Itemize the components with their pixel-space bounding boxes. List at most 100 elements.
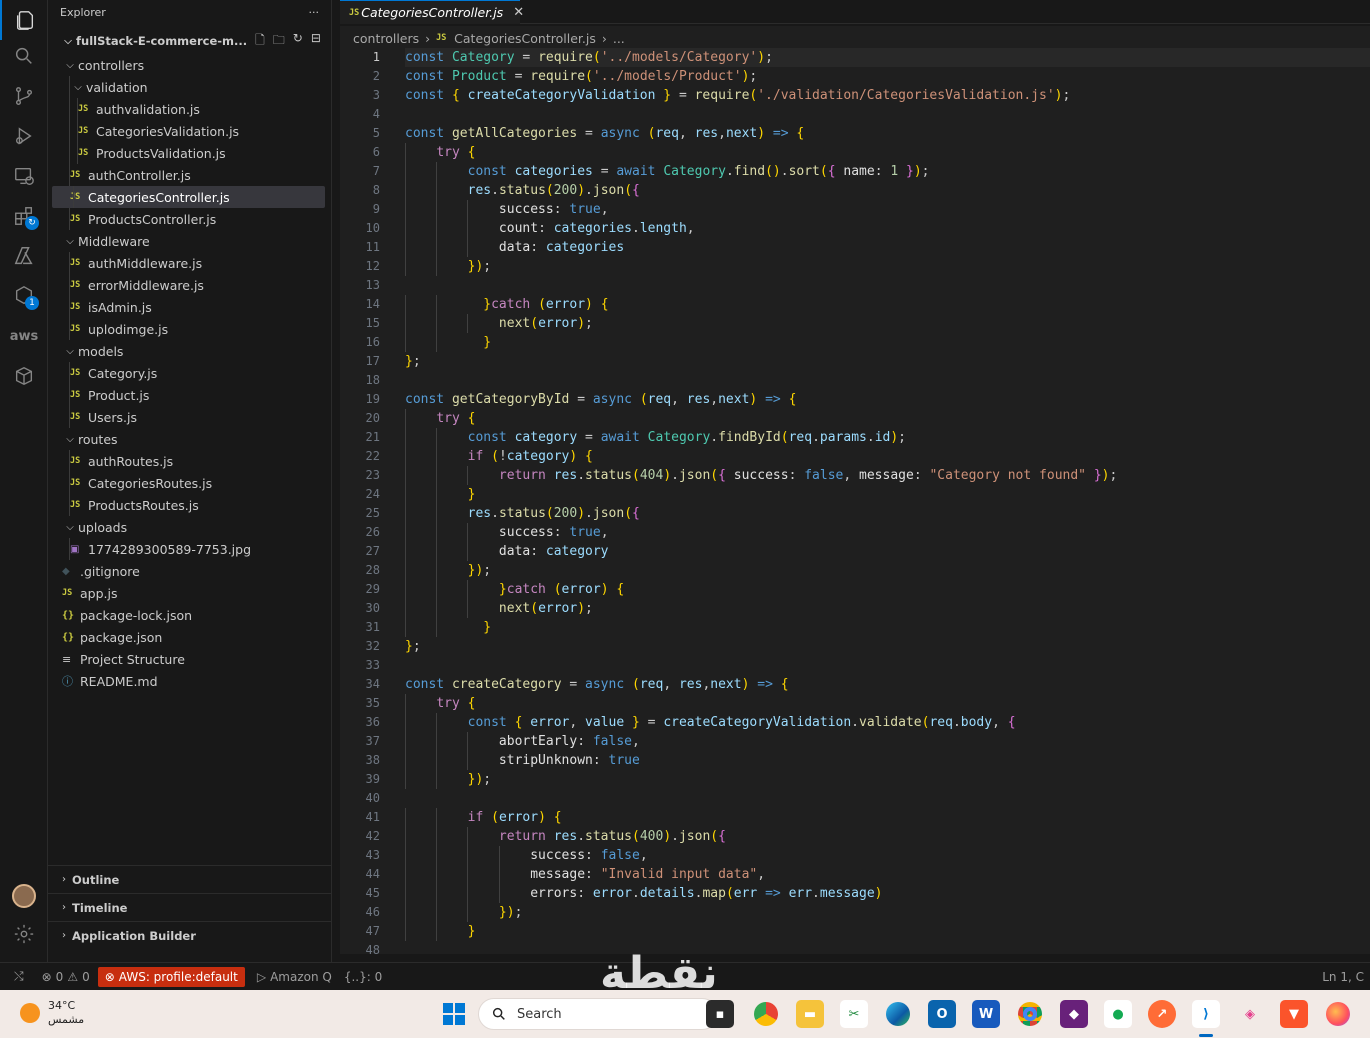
source-control-icon[interactable]	[0, 76, 48, 116]
containers-icon[interactable]: 1	[0, 276, 48, 316]
code-line[interactable]: const { error, value } = createCategoryV…	[405, 713, 1370, 732]
timeline-section[interactable]: › Timeline	[48, 893, 332, 921]
code-editor[interactable]: 1 2 3 4 5 6 7 8 9 10 11 12 13 14 15 16 17 18 19 20 21 22 23 24 2…	[340, 48, 1370, 954]
code-line[interactable]: });	[405, 257, 1370, 276]
code-line[interactable]: res.status(200).json({	[405, 504, 1370, 523]
code-line[interactable]: return res.status(404).json({ success: f…	[405, 466, 1370, 485]
application-builder-section[interactable]: › Application Builder	[48, 921, 332, 949]
account-avatar-icon[interactable]	[0, 876, 48, 916]
collapse-all-icon[interactable]: ⊟	[311, 31, 321, 52]
visual-studio-icon[interactable]: ◆	[1060, 1000, 1088, 1028]
code-line[interactable]: };	[405, 352, 1370, 371]
code-line[interactable]: abortEarly: false,	[405, 732, 1370, 751]
code-line[interactable]: try {	[405, 409, 1370, 428]
tree-folder[interactable]: ⌵ Middleware	[48, 230, 331, 252]
code-line[interactable]: const Product = require('../models/Produ…	[405, 67, 1370, 86]
search-icon[interactable]	[0, 36, 48, 76]
tree-file[interactable]: JS authvalidation.js	[48, 98, 331, 120]
code-line[interactable]	[405, 276, 1370, 295]
tree-file[interactable]: {} package-lock.json	[48, 604, 331, 626]
code-line[interactable]: }	[405, 485, 1370, 504]
outlook-icon[interactable]: O	[928, 1000, 956, 1028]
tree-file[interactable]: JS authController.js	[48, 164, 331, 186]
breadcrumb-file[interactable]: CategoriesController.js	[454, 31, 596, 46]
database-icon[interactable]	[0, 356, 48, 396]
tree-folder[interactable]: ⌵ routes	[48, 428, 331, 450]
cursor-position[interactable]: Ln 1, C	[1322, 970, 1364, 984]
explorer-more-button[interactable]: ···	[309, 6, 320, 19]
code-line[interactable]: }catch (error) {	[405, 580, 1370, 599]
code-line[interactable]: if (error) {	[405, 808, 1370, 827]
tab-categories-controller[interactable]: JS CategoriesController.js ✕	[340, 0, 524, 24]
tree-file[interactable]: JS errorMiddleware.js	[48, 274, 331, 296]
edge-icon[interactable]	[884, 1000, 912, 1028]
gitkraken-icon[interactable]: ◈	[1236, 1000, 1264, 1028]
tree-folder[interactable]: ⌵ validation	[48, 76, 331, 98]
new-file-icon[interactable]: 🗋	[255, 31, 265, 52]
code-line[interactable]: const { createCategoryValidation } = req…	[405, 86, 1370, 105]
code-line[interactable]: next(error);	[405, 599, 1370, 618]
mongodb-compass-icon[interactable]: ●	[1104, 1000, 1132, 1028]
code-line[interactable]: const Category = require('../models/Cate…	[405, 48, 1370, 67]
code-line[interactable]: message: "Invalid input data",	[405, 865, 1370, 884]
braces-status[interactable]: {..}: 0	[344, 970, 382, 984]
code-line[interactable]: const category = await Category.findById…	[405, 428, 1370, 447]
code-line[interactable]: });	[405, 770, 1370, 789]
tree-file[interactable]: JS app.js	[48, 582, 331, 604]
chrome-canary-icon[interactable]	[752, 1000, 780, 1028]
tree-folder[interactable]: ⌵ uploads	[48, 516, 331, 538]
file-explorer-icon[interactable]: ▬	[796, 1000, 824, 1028]
tree-file[interactable]: JS ProductsValidation.js	[48, 142, 331, 164]
word-icon[interactable]: W	[972, 1000, 1000, 1028]
tree-file[interactable]: ▣ 1774289300589-7753.jpg	[48, 538, 331, 560]
code-line[interactable]: });	[405, 561, 1370, 580]
code-content[interactable]: const Category = require('../models/Cate…	[405, 48, 1370, 954]
code-line[interactable]: success: false,	[405, 846, 1370, 865]
code-line[interactable]: errors: error.details.map(err => err.mes…	[405, 884, 1370, 903]
code-line[interactable]: };	[405, 637, 1370, 656]
tree-file[interactable]: JS CategoriesValidation.js	[48, 120, 331, 142]
snipping-tool-icon[interactable]: ✂	[840, 1000, 868, 1028]
code-line[interactable]: const createCategory = async (req, res,n…	[405, 675, 1370, 694]
settings-gear-icon[interactable]	[0, 914, 48, 954]
outline-section[interactable]: › Outline	[48, 865, 332, 893]
code-line[interactable]	[405, 789, 1370, 808]
code-line[interactable]: try {	[405, 143, 1370, 162]
tree-file[interactable]: JS authMiddleware.js	[48, 252, 331, 274]
code-line[interactable]: if (!category) {	[405, 447, 1370, 466]
vscode-icon[interactable]: ⟩	[1192, 1000, 1220, 1028]
tree-file[interactable]: JS Category.js	[48, 362, 331, 384]
tree-file[interactable]: JS authRoutes.js	[48, 450, 331, 472]
chrome-icon[interactable]	[1016, 1000, 1044, 1028]
problems-indicator[interactable]: ⊗ 0 ⚠ 0	[42, 970, 90, 984]
postman-icon[interactable]: ↗	[1148, 1000, 1176, 1028]
weather-widget[interactable]: 34°C مشمس	[20, 999, 84, 1027]
code-line[interactable]: }	[405, 618, 1370, 637]
amazon-q-status[interactable]: ▷ Amazon Q	[257, 970, 332, 984]
firefox-icon[interactable]	[1324, 1000, 1352, 1028]
tree-file[interactable]: ◆ .gitignore	[48, 560, 331, 582]
code-line[interactable]: success: true,	[405, 523, 1370, 542]
code-line[interactable]: const getAllCategories = async (req, res…	[405, 124, 1370, 143]
code-line[interactable]: data: categories	[405, 238, 1370, 257]
code-line[interactable]: }	[405, 333, 1370, 352]
workspace-root[interactable]: ⌵ fullStack-E-commerce-m... 🗋 🗀 ↻ ⊟	[48, 30, 331, 52]
code-line[interactable]: const getCategoryById = async (req, res,…	[405, 390, 1370, 409]
tree-file[interactable]: JS Users.js	[48, 406, 331, 428]
code-line[interactable]: success: true,	[405, 200, 1370, 219]
tree-file[interactable]: JS isAdmin.js	[48, 296, 331, 318]
close-icon[interactable]: ✕	[513, 5, 524, 20]
tree-file[interactable]: JS CategoriesRoutes.js	[48, 472, 331, 494]
aws-profile-badge[interactable]: ⊗ AWS: profile:default	[97, 966, 245, 987]
tree-folder[interactable]: ⌵ models	[48, 340, 331, 362]
code-line[interactable]: stripUnknown: true	[405, 751, 1370, 770]
extensions-icon[interactable]: ↻	[0, 196, 48, 236]
tree-file[interactable]: ⓘ README.md	[48, 670, 331, 692]
remote-indicator-icon[interactable]: ⤭	[14, 969, 24, 984]
code-line[interactable]: res.status(200).json({	[405, 181, 1370, 200]
tree-file[interactable]: JS ProductsController.js	[48, 208, 331, 230]
brave-icon[interactable]: ▼	[1280, 1000, 1308, 1028]
code-line[interactable]: try {	[405, 694, 1370, 713]
code-line[interactable]: next(error);	[405, 314, 1370, 333]
tree-folder[interactable]: ⌵ controllers	[48, 54, 331, 76]
